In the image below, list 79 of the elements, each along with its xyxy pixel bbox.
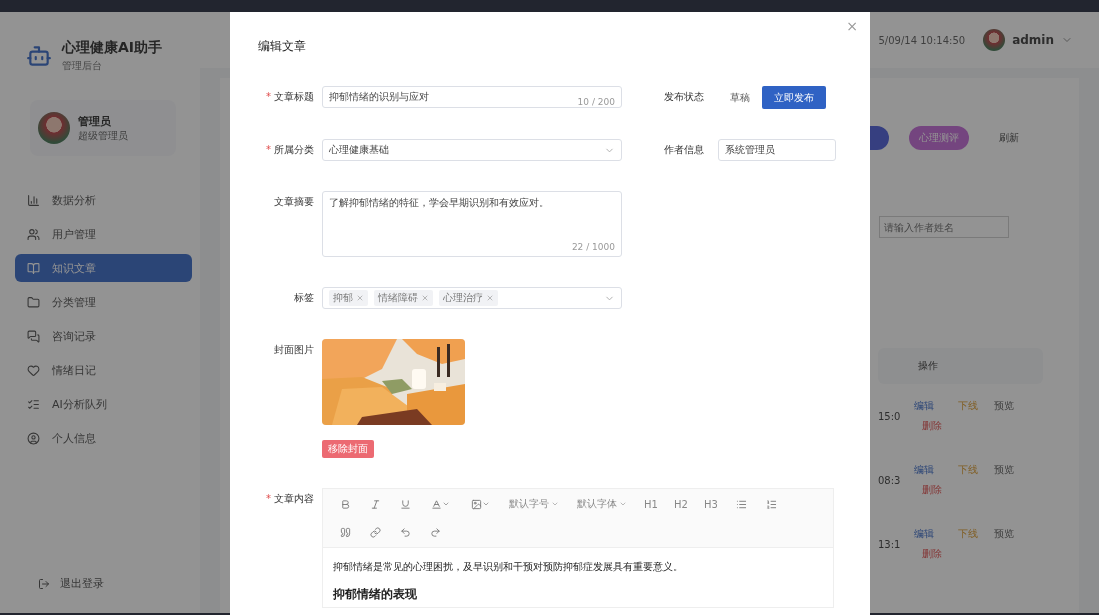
dialog-title: 编辑文章 (258, 38, 306, 55)
row-action-link[interactable]: 编辑 (914, 399, 942, 413)
required-mark: * (266, 90, 271, 104)
folder-icon (27, 295, 40, 309)
nav-item[interactable]: AI分析队列 (15, 390, 192, 418)
nav-item[interactable]: 情绪日记 (15, 356, 192, 384)
user-menu[interactable]: admin (983, 29, 1073, 51)
heart-icon (27, 363, 40, 377)
checklist-icon (27, 397, 40, 411)
avatar (38, 112, 70, 144)
user-role: 超级管理员 (78, 128, 128, 143)
book-icon (27, 261, 40, 275)
field-label: 发布状态 (664, 90, 705, 104)
remove-cover-button[interactable]: 移除封面 (322, 440, 374, 458)
font-select[interactable]: 默认字体 (569, 497, 635, 511)
table-cell-text: 13:1 (878, 538, 902, 550)
heading-button[interactable]: H1 (637, 498, 665, 510)
nav-item[interactable]: 知识文章 (15, 254, 192, 282)
summary-field[interactable]: 了解抑郁情绪的特征，学会早期识别和有效应对。 22 / 1000 (322, 191, 622, 257)
row-action-link[interactable]: 删除 (914, 419, 942, 433)
tag-chip[interactable]: 情绪障碍 (374, 290, 433, 306)
nav-item[interactable]: 个人信息 (15, 424, 192, 452)
close-icon[interactable] (486, 294, 494, 302)
content-paragraph: 抑郁情绪是常见的心理困扰，及早识别和干预对预防抑郁症发展具有重要意义。 (333, 560, 684, 574)
logout-icon (38, 577, 50, 590)
heading-button[interactable]: H2 (667, 498, 695, 510)
field-label: 文章标题 (274, 90, 314, 104)
nav-item[interactable]: 咨询记录 (15, 322, 192, 350)
logout-button[interactable]: 退出登录 (38, 576, 200, 591)
author-field[interactable]: 系统管理员 (718, 139, 836, 161)
chart-icon (27, 193, 40, 207)
app-title: 心理健康AI助手 (62, 39, 163, 57)
content-heading: 抑郁情绪的表现 (333, 586, 418, 603)
nav-item[interactable]: 用户管理 (15, 220, 192, 248)
heading-button[interactable]: H3 (697, 498, 725, 510)
field-label: 文章内容 (274, 492, 314, 506)
users-icon (27, 227, 40, 241)
column-header: 操作 (878, 348, 1043, 384)
title-field[interactable]: 抑郁情绪的识别与应对 10 / 200 (322, 86, 622, 108)
search-field[interactable]: 请输入作者姓名 (879, 216, 1009, 238)
field-label: 作者信息 (664, 143, 705, 157)
robot-icon (26, 43, 52, 69)
row-action-link[interactable]: 预览 (994, 399, 1014, 413)
app-subtitle: 管理后台 (62, 59, 103, 73)
user-name: 管理员 (78, 113, 112, 129)
required-mark: * (266, 492, 271, 506)
refresh-button[interactable]: 刷新 (989, 131, 1029, 145)
font-select[interactable]: 默认字号 (501, 497, 567, 511)
row-action-link[interactable]: 删除 (914, 547, 942, 561)
row-action-link[interactable]: 编辑 (914, 463, 942, 477)
close-icon[interactable] (421, 294, 429, 302)
required-mark: * (266, 143, 271, 157)
tag-chip[interactable]: 抑郁 (329, 290, 368, 306)
rich-text-editor[interactable]: 默认字号 默认字体 H1 H2 H3 抑郁情绪是常见的心理困扰，及早识别和干预对预防抑郁症发展具有重要意义。 抑郁情绪的表现 (322, 488, 834, 608)
row-action-link[interactable]: 编辑 (914, 527, 942, 541)
status-option[interactable]: 草稿 (718, 86, 762, 109)
category-select[interactable]: 心理健康基础 (322, 139, 622, 161)
row-action-link[interactable]: 预览 (994, 527, 1014, 541)
tag-chip[interactable]: 心理治疗 (439, 290, 498, 306)
field-label: 所属分类 (274, 143, 314, 157)
table-cell-text: 08:3 (878, 474, 902, 486)
avatar (983, 29, 1006, 51)
field-label: 标签 (294, 291, 314, 305)
tags-select[interactable]: 抑郁 情绪障碍 心理治疗 (322, 287, 622, 309)
nav-item[interactable]: 分类管理 (15, 288, 192, 316)
timestamp: 5/09/14 10:14:50 (878, 34, 966, 46)
field-label: 封面图片 (274, 343, 314, 357)
user-icon (27, 431, 40, 445)
field-label: 文章摘要 (274, 195, 314, 209)
caret-icon (551, 500, 559, 508)
status-option[interactable]: 立即发布 (762, 86, 826, 109)
close-button[interactable]: × (846, 18, 858, 34)
chat-icon (27, 329, 40, 343)
caret-icon (619, 500, 627, 508)
table-cell-text: 15:0 (878, 410, 902, 422)
row-action-link[interactable]: 删除 (914, 483, 942, 497)
nav-item[interactable]: 数据分析 (15, 186, 192, 214)
row-action-link[interactable]: 预览 (994, 463, 1014, 477)
close-icon[interactable] (356, 294, 364, 302)
